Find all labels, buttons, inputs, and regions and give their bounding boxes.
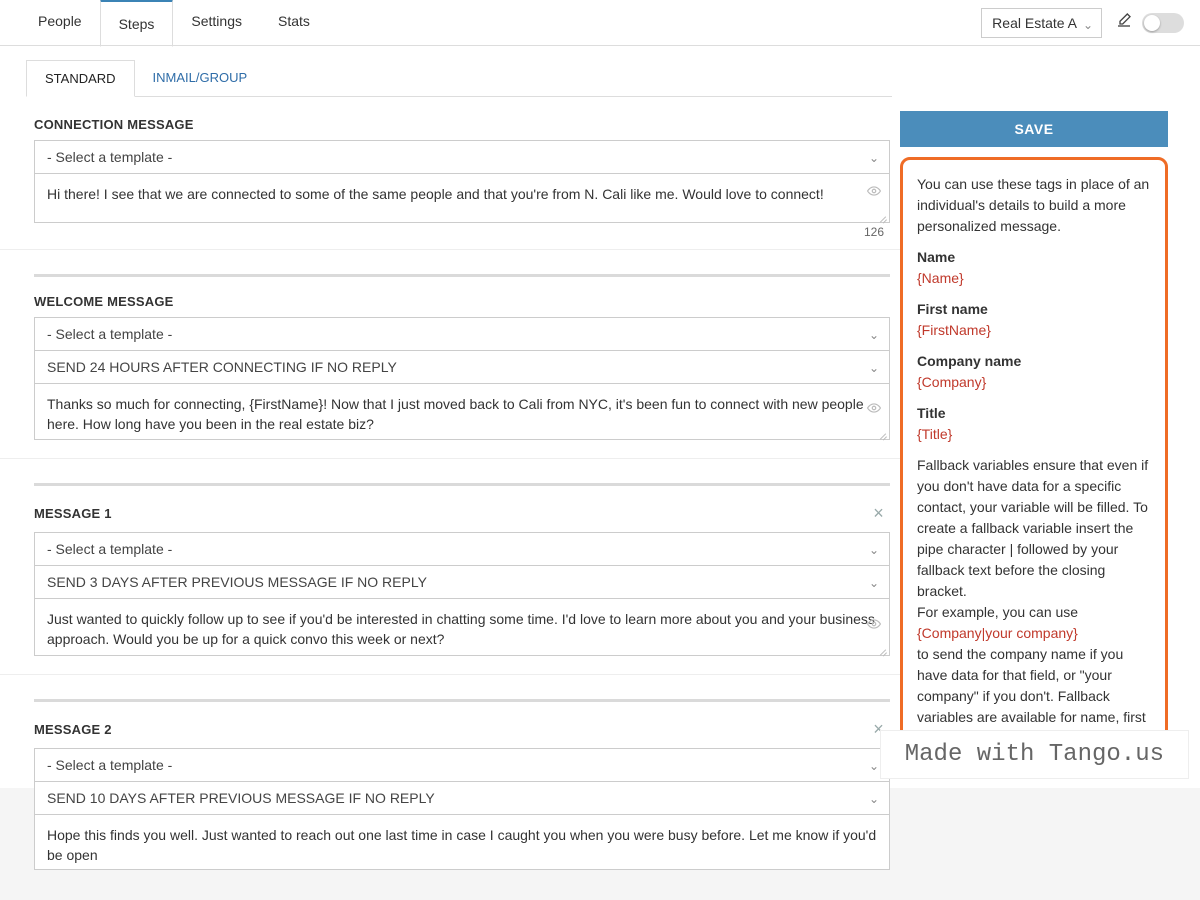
campaign-selected-label: Real Estate A <box>992 15 1077 31</box>
template-placeholder: - Select a template - <box>47 541 172 557</box>
tag-firstname-value: {FirstName} <box>917 320 1151 341</box>
message-1-textarea[interactable]: Just wanted to quickly follow up to see … <box>34 598 890 656</box>
help-column: SAVE You can use these tags in place of … <box>900 97 1182 900</box>
toggle-knob <box>1144 15 1160 31</box>
message-1-title: MESSAGE 1 <box>34 506 112 521</box>
welcome-timing-select[interactable]: SEND 24 HOURS AFTER CONNECTING IF NO REP… <box>34 350 890 384</box>
resize-handle-icon[interactable] <box>877 210 887 220</box>
connection-message-textarea[interactable]: Hi there! I see that we are connected to… <box>34 173 890 223</box>
connection-message-block: CONNECTION MESSAGE - Select a template -… <box>0 97 900 250</box>
welcome-template-select[interactable]: - Select a template - ⌄ <box>34 317 890 351</box>
eye-icon[interactable] <box>867 184 881 204</box>
message-2-template-select[interactable]: - Select a template - ⌄ <box>34 748 890 782</box>
welcome-message-textarea[interactable]: Thanks so much for connecting, {FirstNam… <box>34 383 890 440</box>
help-fallback-tag: {Company|your company} <box>917 623 1151 644</box>
tag-firstname-label: First name <box>917 299 1151 320</box>
edit-icon[interactable] <box>1116 12 1132 33</box>
chevron-down-icon: ⌄ <box>1083 18 1093 32</box>
watermark: Made with Tango.us <box>881 731 1188 778</box>
steps-column: CONNECTION MESSAGE - Select a template -… <box>0 97 900 900</box>
welcome-message-title: WELCOME MESSAGE <box>34 294 890 309</box>
tab-settings[interactable]: Settings <box>173 0 260 46</box>
message-2-text: Hope this finds you well. Just wanted to… <box>47 825 877 866</box>
chevron-down-icon: ⌄ <box>869 543 879 557</box>
divider <box>34 483 890 486</box>
message-1-text: Just wanted to quickly follow up to see … <box>47 609 877 650</box>
message-2-block: MESSAGE 2 × - Select a template - ⌄ SEND… <box>0 699 900 877</box>
template-placeholder: - Select a template - <box>47 149 172 165</box>
welcome-timing-label: SEND 24 HOURS AFTER CONNECTING IF NO REP… <box>47 359 397 375</box>
template-placeholder: - Select a template - <box>47 326 172 342</box>
message-2-timing-label: SEND 10 DAYS AFTER PREVIOUS MESSAGE IF N… <box>47 790 435 806</box>
tag-name-label: Name <box>917 247 1151 268</box>
divider <box>34 274 890 277</box>
chevron-down-icon: ⌄ <box>869 792 879 806</box>
top-right-controls: Real Estate A ⌄ <box>981 8 1184 38</box>
tag-company-label: Company name <box>917 351 1151 372</box>
tag-title-value: {Title} <box>917 424 1151 445</box>
connection-message-text: Hi there! I see that we are connected to… <box>47 184 877 218</box>
resize-handle-icon[interactable] <box>877 427 887 437</box>
tag-company-value: {Company} <box>917 372 1151 393</box>
divider <box>34 699 890 702</box>
tags-help-panel: You can use these tags in place of an in… <box>900 157 1168 766</box>
chevron-down-icon: ⌄ <box>869 328 879 342</box>
message-1-timing-label: SEND 3 DAYS AFTER PREVIOUS MESSAGE IF NO… <box>47 574 427 590</box>
welcome-message-text: Thanks so much for connecting, {FirstNam… <box>47 394 877 435</box>
close-icon[interactable]: × <box>873 503 890 524</box>
campaign-select[interactable]: Real Estate A ⌄ <box>981 8 1102 38</box>
connection-template-select[interactable]: - Select a template - ⌄ <box>34 140 890 174</box>
tab-people[interactable]: People <box>20 0 100 46</box>
template-placeholder: - Select a template - <box>47 757 172 773</box>
message-1-template-select[interactable]: - Select a template - ⌄ <box>34 532 890 566</box>
subtab-inmail[interactable]: INMAIL/GROUP <box>135 60 266 96</box>
tag-title-label: Title <box>917 403 1151 424</box>
nav-tabs: People Steps Settings Stats <box>20 0 328 46</box>
chevron-down-icon: ⌄ <box>869 361 879 375</box>
chevron-down-icon: ⌄ <box>869 759 879 773</box>
save-button[interactable]: SAVE <box>900 111 1168 147</box>
message-2-timing-select[interactable]: SEND 10 DAYS AFTER PREVIOUS MESSAGE IF N… <box>34 781 890 815</box>
connection-message-title: CONNECTION MESSAGE <box>34 117 890 132</box>
active-toggle[interactable] <box>1142 13 1184 33</box>
chevron-down-icon: ⌄ <box>869 576 879 590</box>
tag-name-value: {Name} <box>917 268 1151 289</box>
welcome-message-block: WELCOME MESSAGE - Select a template - ⌄ … <box>0 274 900 459</box>
message-2-textarea[interactable]: Hope this finds you well. Just wanted to… <box>34 814 890 871</box>
eye-icon[interactable] <box>867 617 881 637</box>
top-bar: People Steps Settings Stats Real Estate … <box>0 0 1200 46</box>
chevron-down-icon: ⌄ <box>869 151 879 165</box>
connection-char-count: 126 <box>34 223 890 243</box>
help-fallback-2a: For example, you can use <box>917 602 1151 623</box>
tab-steps[interactable]: Steps <box>100 0 174 47</box>
message-2-title: MESSAGE 2 <box>34 722 112 737</box>
eye-icon[interactable] <box>867 401 881 421</box>
resize-handle-icon[interactable] <box>877 643 887 653</box>
subtab-standard[interactable]: STANDARD <box>26 60 135 97</box>
help-fallback-1: Fallback variables ensure that even if y… <box>917 455 1151 602</box>
secondary-tabs: STANDARD INMAIL/GROUP <box>26 60 892 97</box>
message-1-block: MESSAGE 1 × - Select a template - ⌄ SEND… <box>0 483 900 675</box>
message-1-timing-select[interactable]: SEND 3 DAYS AFTER PREVIOUS MESSAGE IF NO… <box>34 565 890 599</box>
help-intro: You can use these tags in place of an in… <box>917 174 1151 237</box>
tab-stats[interactable]: Stats <box>260 0 328 46</box>
